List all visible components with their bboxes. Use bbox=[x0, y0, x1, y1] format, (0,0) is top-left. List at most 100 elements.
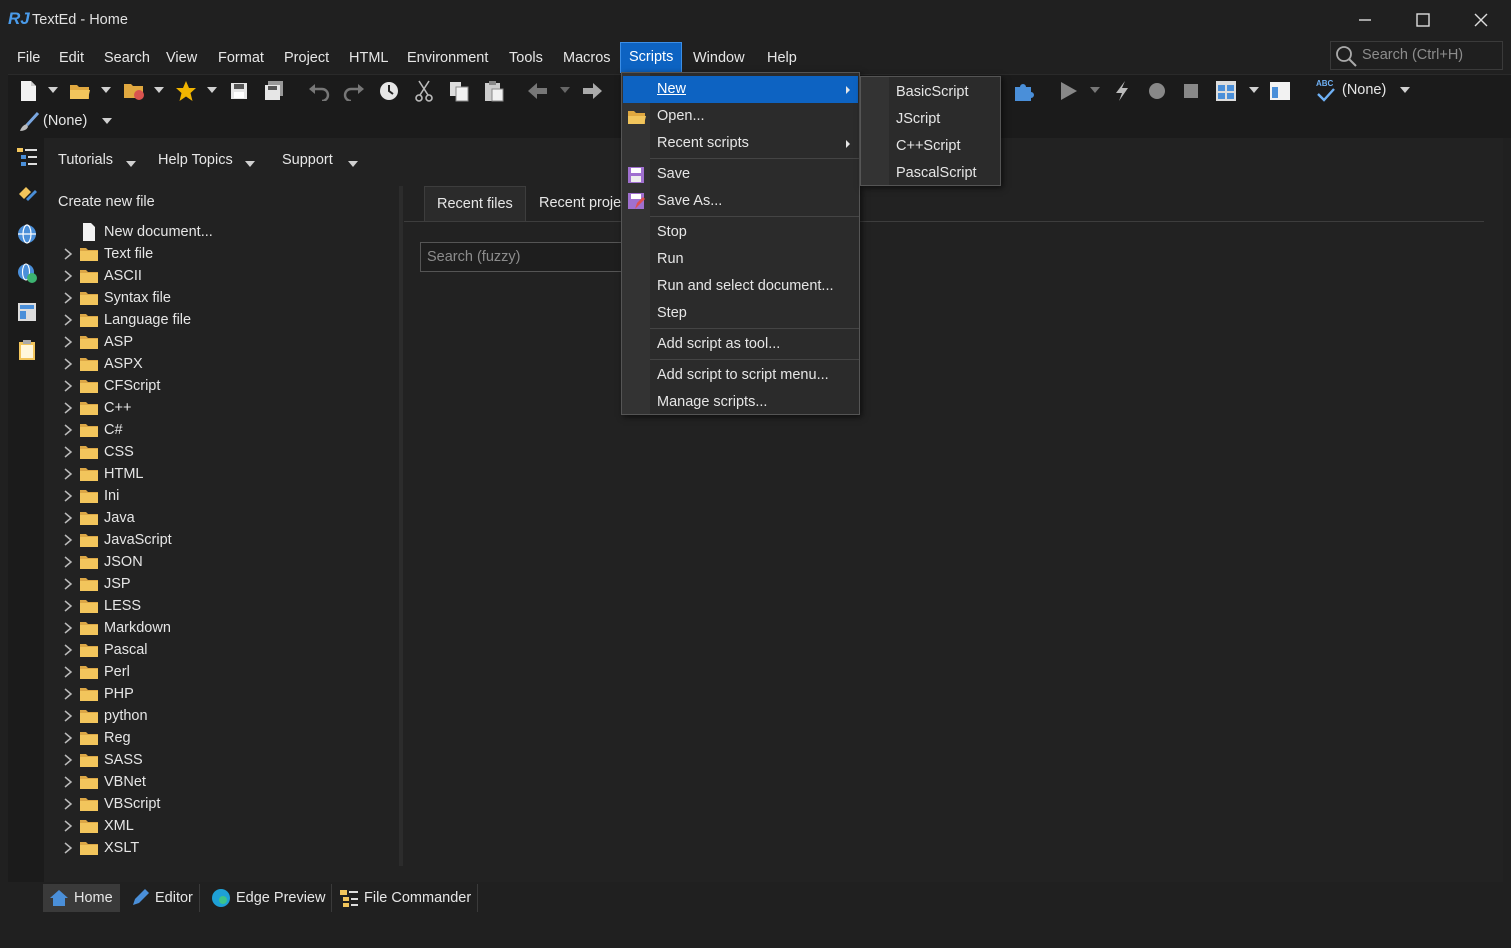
layout-grid-icon[interactable] bbox=[1214, 79, 1238, 103]
chevron-right-icon[interactable] bbox=[62, 402, 74, 414]
bottom-tab-home[interactable]: Home bbox=[43, 884, 120, 912]
help-topics-menu[interactable]: Help Topics bbox=[158, 152, 233, 174]
tree-item[interactable]: C# bbox=[58, 419, 388, 441]
redo-icon[interactable] bbox=[342, 79, 366, 103]
new-jscript[interactable]: JScript bbox=[896, 106, 940, 133]
tree-item[interactable]: Ini bbox=[58, 485, 388, 507]
tree-item[interactable]: XSLT bbox=[58, 837, 388, 859]
tree-item[interactable]: Text file bbox=[58, 243, 388, 265]
highlighter-label[interactable]: (None) bbox=[43, 113, 87, 129]
play-icon[interactable] bbox=[1056, 79, 1080, 103]
tree-item[interactable]: ASCII bbox=[58, 265, 388, 287]
copy-icon[interactable] bbox=[447, 79, 471, 103]
chevron-right-icon[interactable] bbox=[62, 270, 74, 282]
chevron-right-icon[interactable] bbox=[62, 710, 74, 722]
tree-item[interactable]: JSP bbox=[58, 573, 388, 595]
scripts-menu-step[interactable]: Step bbox=[650, 300, 859, 327]
chevron-right-icon[interactable] bbox=[62, 336, 74, 348]
menu-environment[interactable]: Environment bbox=[399, 42, 496, 74]
chevron-right-icon[interactable] bbox=[62, 754, 74, 766]
chevron-right-icon[interactable] bbox=[62, 512, 74, 524]
clip-tools-icon[interactable] bbox=[16, 184, 38, 206]
chevron-right-icon[interactable] bbox=[62, 688, 74, 700]
scripts-menu-recent[interactable]: Recent scripts bbox=[650, 130, 859, 157]
tree-item[interactable]: C++ bbox=[58, 397, 388, 419]
chevron-right-icon[interactable] bbox=[62, 446, 74, 458]
panel-layout-icon[interactable] bbox=[1268, 79, 1292, 103]
chevron-right-icon[interactable] bbox=[62, 468, 74, 480]
cut-icon[interactable] bbox=[412, 79, 436, 103]
tree-item[interactable]: VBNet bbox=[58, 771, 388, 793]
tree-item[interactable]: Perl bbox=[58, 661, 388, 683]
new-file-icon[interactable] bbox=[16, 79, 40, 103]
save-icon[interactable] bbox=[227, 79, 251, 103]
menu-file[interactable]: File bbox=[9, 42, 48, 74]
minimize-button[interactable] bbox=[1336, 0, 1394, 40]
tutorials-menu[interactable]: Tutorials bbox=[58, 152, 113, 174]
scripts-menu-new[interactable]: New bbox=[623, 76, 858, 103]
undo-icon[interactable] bbox=[307, 79, 331, 103]
chevron-right-icon[interactable] bbox=[62, 556, 74, 568]
forward-arrow-icon[interactable] bbox=[580, 79, 604, 103]
menu-search[interactable]: Search bbox=[96, 42, 158, 74]
tree-item[interactable]: LESS bbox=[58, 595, 388, 617]
chevron-right-icon[interactable] bbox=[62, 622, 74, 634]
recent-dropdown[interactable] bbox=[154, 87, 164, 93]
chevron-right-icon[interactable] bbox=[62, 776, 74, 788]
scripts-menu-save[interactable]: Save bbox=[650, 161, 859, 188]
lightning-icon[interactable] bbox=[1110, 79, 1134, 103]
document-panel-icon[interactable] bbox=[16, 301, 38, 323]
tree-item[interactable]: Markdown bbox=[58, 617, 388, 639]
tree-item[interactable]: HTML bbox=[58, 463, 388, 485]
tab-recent-projects[interactable]: Recent proje bbox=[527, 186, 633, 221]
new-document-row[interactable]: New document... bbox=[58, 221, 388, 243]
panel-splitter[interactable] bbox=[399, 186, 403, 866]
tree-item[interactable]: JSON bbox=[58, 551, 388, 573]
clipboard-icon[interactable] bbox=[16, 339, 38, 361]
record-icon[interactable] bbox=[1145, 79, 1169, 103]
chevron-right-icon[interactable] bbox=[62, 248, 74, 260]
menu-view[interactable]: View bbox=[158, 42, 205, 74]
close-button[interactable] bbox=[1452, 0, 1510, 40]
chevron-right-icon[interactable] bbox=[62, 600, 74, 612]
chevron-right-icon[interactable] bbox=[62, 578, 74, 590]
menu-scripts[interactable]: Scripts bbox=[620, 42, 683, 73]
globe-icon[interactable] bbox=[16, 223, 38, 245]
menu-project[interactable]: Project bbox=[276, 42, 337, 74]
chevron-right-icon[interactable] bbox=[62, 490, 74, 502]
tree-item[interactable]: PHP bbox=[58, 683, 388, 705]
scripts-menu-save-as[interactable]: Save As... bbox=[650, 188, 859, 215]
chevron-right-icon[interactable] bbox=[62, 644, 74, 656]
spellcheck-language-label[interactable]: (None) bbox=[1342, 82, 1386, 98]
structure-list-icon[interactable] bbox=[16, 146, 38, 168]
open-folder-icon[interactable] bbox=[68, 79, 92, 103]
tree-item[interactable]: Language file bbox=[58, 309, 388, 331]
scripts-menu-stop[interactable]: Stop bbox=[650, 219, 859, 246]
open-recent-icon[interactable] bbox=[122, 79, 146, 103]
tree-item[interactable]: CFScript bbox=[58, 375, 388, 397]
scripts-menu-manage[interactable]: Manage scripts... bbox=[650, 389, 859, 416]
favorites-dropdown[interactable] bbox=[207, 87, 217, 93]
chevron-right-icon[interactable] bbox=[62, 358, 74, 370]
scripts-menu-open[interactable]: Open... bbox=[650, 103, 859, 130]
tab-recent-files[interactable]: Recent files bbox=[424, 186, 526, 221]
menu-window[interactable]: Window bbox=[685, 42, 753, 74]
scripts-menu-add-tool[interactable]: Add script as tool... bbox=[650, 331, 859, 358]
chevron-right-icon[interactable] bbox=[62, 798, 74, 810]
new-pascalscript[interactable]: PascalScript bbox=[896, 160, 977, 187]
bottom-tab-editor[interactable]: Editor bbox=[124, 884, 200, 912]
menu-format[interactable]: Format bbox=[210, 42, 272, 74]
menu-help[interactable]: Help bbox=[759, 42, 805, 74]
plugin-puzzle-icon[interactable] bbox=[1011, 79, 1035, 103]
new-basicscript[interactable]: BasicScript bbox=[896, 79, 969, 106]
back-dropdown[interactable] bbox=[560, 87, 570, 93]
spellcheck-icon[interactable]: ABC bbox=[1316, 79, 1338, 103]
paste-icon[interactable] bbox=[482, 79, 506, 103]
tree-item[interactable]: python bbox=[58, 705, 388, 727]
chevron-right-icon[interactable] bbox=[62, 292, 74, 304]
tutorials-dropdown-icon[interactable] bbox=[126, 161, 136, 167]
highlighter-dropdown[interactable] bbox=[102, 118, 112, 124]
chevron-right-icon[interactable] bbox=[62, 666, 74, 678]
history-icon[interactable] bbox=[377, 79, 401, 103]
play-dropdown[interactable] bbox=[1090, 87, 1100, 93]
